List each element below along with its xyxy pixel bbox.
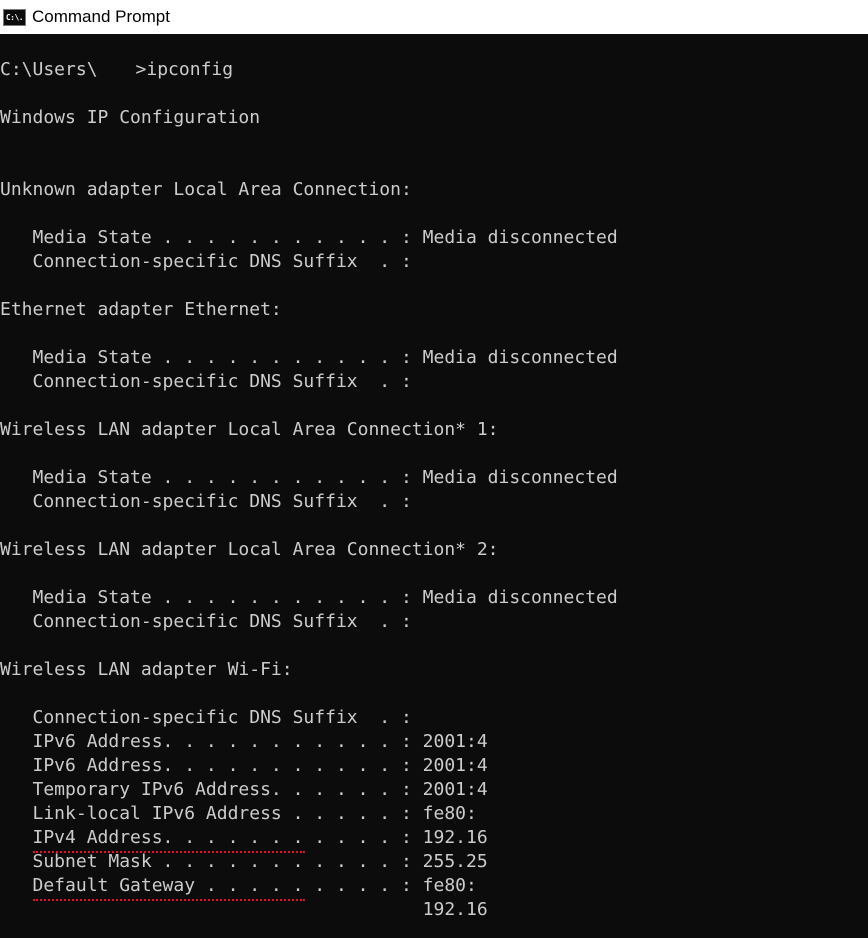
media-state-line: Media State . . . . . . . . . . . : Medi… xyxy=(0,587,618,608)
ipv6-address-text: IPv6 Address. . . . . . . . . . . : 2001… xyxy=(0,755,488,776)
ipv4-address-line: IPv4 Address. . . . . . . . . . . : 192.… xyxy=(0,826,488,850)
wifi-dns-suffix-line: Connection-specific DNS Suffix . : xyxy=(0,707,412,728)
ipv6-address-line: IPv6 Address. . . . . . . . . . . : 2001… xyxy=(0,754,488,778)
adapter-header: Unknown adapter Local Area Connection: xyxy=(0,179,412,200)
command-prompt-icon: C:\. xyxy=(3,8,26,26)
adapter-header: Ethernet adapter Ethernet: xyxy=(0,299,282,320)
ipv6-address-text: IPv6 Address. . . . . . . . . . . : 2001… xyxy=(0,731,488,752)
output-heading: Windows IP Configuration xyxy=(0,107,261,128)
dns-suffix-line: Connection-specific DNS Suffix . : xyxy=(0,491,412,512)
adapter-header: Wireless LAN adapter Local Area Connecti… xyxy=(0,539,499,560)
temporary-ipv6-text: Temporary IPv6 Address. . . . . . : 2001… xyxy=(0,779,488,800)
default-gateway-text-2: 192.16 xyxy=(0,899,488,920)
title-bar[interactable]: C:\. Command Prompt xyxy=(0,0,868,34)
subnet-mask-text: Subnet Mask . . . . . . . . . . . : 255.… xyxy=(0,851,488,872)
link-local-ipv6-text: Link-local IPv6 Address . . . . . : fe80… xyxy=(0,803,477,824)
command-prompt-window: C:\. Command Prompt C:\Users\ >ipconfig W… xyxy=(0,0,868,938)
media-state-line: Media State . . . . . . . . . . . : Medi… xyxy=(0,227,618,248)
link-local-ipv6-line: Link-local IPv6 Address . . . . . : fe80… xyxy=(0,802,488,826)
subnet-mask-line: Subnet Mask . . . . . . . . . . . : 255.… xyxy=(0,850,488,874)
temporary-ipv6-line: Temporary IPv6 Address. . . . . . : 2001… xyxy=(0,778,488,802)
console-output[interactable]: C:\Users\ >ipconfig Windows IP Configurat… xyxy=(0,58,868,938)
ipv6-address-line: IPv6 Address. . . . . . . . . . . : 2001… xyxy=(0,730,488,754)
dns-suffix-line: Connection-specific DNS Suffix . : xyxy=(0,371,412,392)
gateway-highlight-underline xyxy=(33,899,305,901)
adapter-header: Wireless LAN adapter Local Area Connecti… xyxy=(0,419,499,440)
command-line: C:\Users\ >ipconfig xyxy=(0,58,233,82)
default-gateway-text: Default Gateway . . . . . . . . . : fe80… xyxy=(0,875,477,896)
wifi-adapter-header: Wireless LAN adapter Wi-Fi: xyxy=(0,659,293,680)
default-gateway-line: Default Gateway . . . . . . . . . : fe80… xyxy=(0,874,488,898)
prompt-path: C:\Users\ xyxy=(0,59,98,80)
media-state-line: Media State . . . . . . . . . . . : Medi… xyxy=(0,347,618,368)
ipv4-address-text: IPv4 Address. . . . . . . . . . . : 192.… xyxy=(0,827,488,848)
dns-suffix-line: Connection-specific DNS Suffix . : xyxy=(0,251,412,272)
ipv4-highlight-underline xyxy=(33,851,305,853)
media-state-line: Media State . . . . . . . . . . . : Medi… xyxy=(0,467,618,488)
default-gateway-line-2: 192.16 xyxy=(0,898,488,922)
typed-command: >ipconfig xyxy=(135,59,234,80)
dns-suffix-line: Connection-specific DNS Suffix . : xyxy=(0,611,412,632)
window-title: Command Prompt xyxy=(32,7,170,26)
